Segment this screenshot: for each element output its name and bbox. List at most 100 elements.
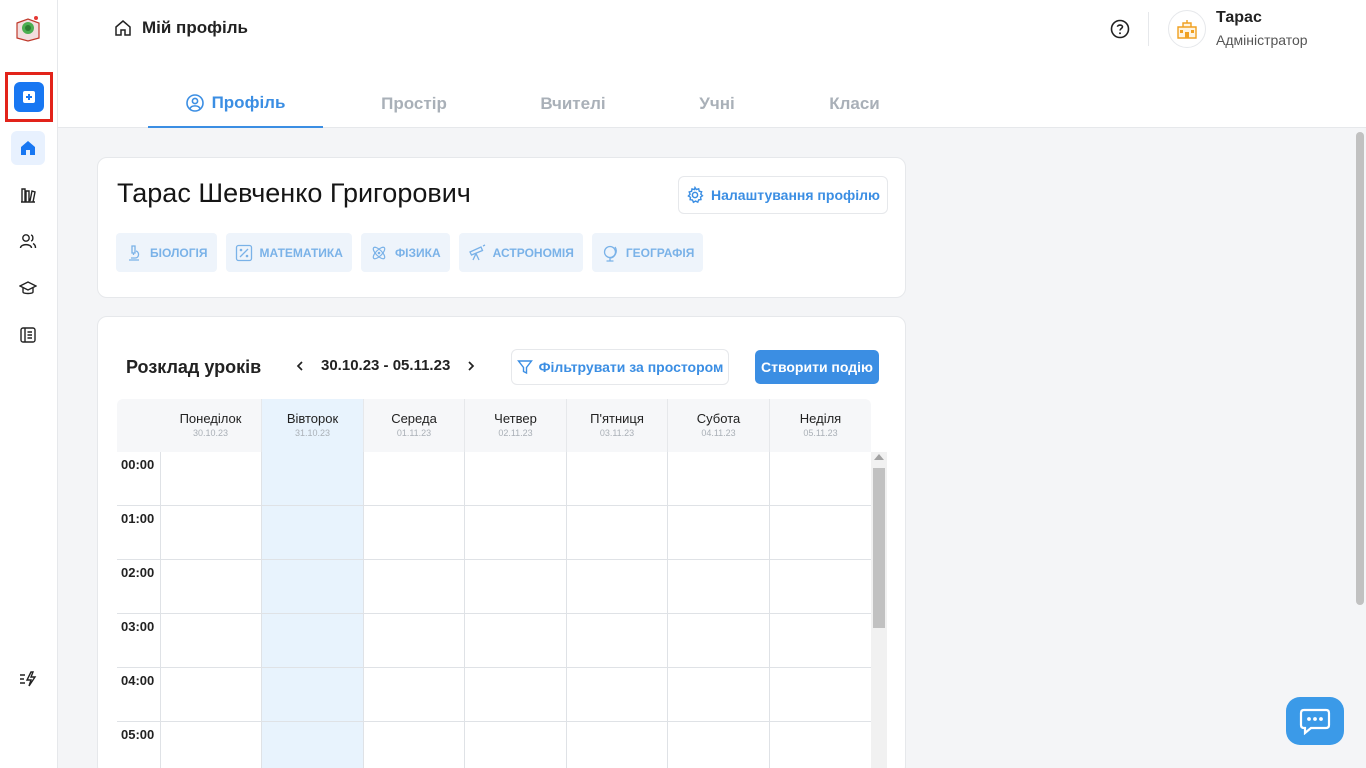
day-header[interactable]: Вівторок 31.10.23	[261, 399, 363, 452]
day-date: 03.11.23	[599, 428, 635, 438]
breadcrumb: Мій профіль	[114, 18, 248, 38]
day-header[interactable]: Субота 04.11.23	[667, 399, 769, 452]
tab-students-label: Учні	[699, 94, 735, 113]
day-date: 01.11.23	[396, 428, 432, 438]
chat-icon	[1299, 708, 1331, 735]
day-name: П'ятниця	[590, 411, 644, 426]
profile-settings-button[interactable]: Налаштування профілю	[678, 176, 888, 214]
day-date: 31.10.23	[294, 428, 331, 438]
schedule-card: Розклад уроків 30.10.23 - 05.11.23 Фільт…	[97, 316, 906, 768]
users-icon	[19, 234, 37, 249]
tab-profile[interactable]: Профіль	[148, 80, 323, 128]
create-event-button[interactable]: Створити подію	[755, 350, 879, 384]
hour-label: 00:00	[121, 457, 155, 472]
hour-line	[117, 559, 871, 560]
week-range: 30.10.23 - 05.11.23	[321, 357, 451, 374]
hour-label: 05:00	[121, 727, 155, 742]
hour-label: 01:00	[121, 511, 155, 526]
subject-label: АСТРОНОМІЯ	[492, 245, 574, 260]
day-date: 02.11.23	[498, 428, 533, 438]
help-button[interactable]	[1110, 19, 1130, 39]
subject-label: БІОЛОГІЯ	[150, 245, 208, 260]
day-header[interactable]: Неділя 05.11.23	[769, 399, 871, 452]
sidebar-item-users[interactable]	[11, 224, 45, 258]
gear-icon	[687, 186, 704, 204]
profile-settings-label: Налаштування профілю	[711, 187, 880, 203]
quick-actions-icon	[20, 671, 37, 687]
app-logo[interactable]	[14, 14, 42, 42]
journal-icon	[20, 327, 36, 343]
subject-tag-geography: ГЕОГРАФІЯ	[591, 233, 704, 272]
atom-icon	[372, 246, 386, 259]
sidebar-item-quick-actions[interactable]	[11, 662, 45, 696]
add-button-highlight	[5, 72, 53, 122]
profile-full-name: Тарас Шевченко Григорович	[117, 178, 471, 208]
sidebar-item-education[interactable]	[11, 271, 45, 305]
day-header[interactable]: П'ятниця 03.11.23	[566, 399, 667, 452]
tab-classes-label: Класи	[829, 94, 880, 113]
sidebar	[0, 0, 58, 768]
header-divider	[1148, 12, 1149, 46]
day-header[interactable]: Середа 01.11.23	[363, 399, 464, 452]
schedule-scrollbar[interactable]	[871, 452, 887, 768]
graduation-cap-icon	[19, 281, 37, 295]
page-title: Мій профіль	[142, 18, 248, 37]
scroll-up-arrow[interactable]	[874, 454, 884, 460]
day-header[interactable]: Четвер 02.11.23	[464, 399, 566, 452]
schedule-title: Розклад уроків	[126, 357, 262, 377]
hour-line	[117, 721, 871, 722]
subject-tag-physics: ФІЗИКА	[360, 233, 450, 272]
globe-icon	[603, 245, 617, 262]
profile-card: Тарас Шевченко Григорович Налаштування п…	[97, 157, 906, 298]
filter-by-space-label: Фільтрувати за простором	[538, 359, 724, 375]
day-name: Четвер	[494, 411, 537, 426]
filter-icon	[516, 360, 533, 375]
home-icon[interactable]	[114, 19, 132, 37]
day-header[interactable]: Понеділок 30.10.23	[160, 399, 261, 452]
percent-icon	[235, 244, 252, 261]
chevron-right-icon[interactable]	[464, 359, 478, 373]
tab-space[interactable]: Простір	[323, 80, 505, 128]
tab-profile-label: Профіль	[211, 93, 286, 112]
hour-label: 03:00	[121, 619, 155, 634]
chat-button[interactable]	[1286, 697, 1344, 745]
user-role: Адміністратор	[1216, 32, 1308, 48]
user-circle-icon	[185, 94, 204, 112]
sidebar-item-journal[interactable]	[11, 318, 45, 352]
hour-line	[117, 613, 871, 614]
profile-tabs: Профіль Простір Вчителі Учні Класи	[148, 80, 916, 128]
chevron-left-icon[interactable]	[293, 359, 307, 373]
user-name: Тарас	[1216, 9, 1262, 26]
hour-line	[117, 667, 871, 668]
home-icon	[21, 141, 35, 155]
page-scroll-thumb[interactable]	[1356, 132, 1364, 605]
day-name: Субота	[696, 411, 741, 426]
day-date: 05.11.23	[803, 428, 838, 438]
avatar[interactable]	[1168, 10, 1206, 48]
subject-tag-biology: БІОЛОГІЯ	[116, 233, 217, 272]
tab-classes[interactable]: Класи	[793, 80, 916, 128]
hour-label: 02:00	[121, 565, 155, 580]
tab-teachers[interactable]: Вчителі	[505, 80, 641, 128]
day-name: Середа	[391, 411, 437, 426]
subject-label: ФІЗИКА	[394, 245, 441, 260]
day-date: 30.10.23	[192, 428, 229, 438]
sidebar-item-library[interactable]	[11, 178, 45, 212]
hour-line	[117, 505, 871, 506]
day-name: Неділя	[799, 411, 842, 426]
subject-tag-astronomy: АСТРОНОМІЯ	[458, 233, 583, 272]
microscope-icon	[129, 244, 140, 261]
tab-teachers-label: Вчителі	[540, 94, 606, 113]
page-scrollbar[interactable]	[1354, 130, 1366, 768]
add-button[interactable]	[14, 82, 44, 112]
library-icon	[21, 188, 36, 203]
sidebar-item-home[interactable]	[11, 131, 45, 165]
tab-students[interactable]: Учні	[641, 80, 793, 128]
scroll-thumb[interactable]	[873, 468, 885, 628]
header: Мій профіль Тарас Адміністратор Профіль	[58, 0, 1366, 128]
subject-label: ГЕОГРАФІЯ	[625, 245, 695, 260]
filter-by-space-button[interactable]: Фільтрувати за простором	[511, 349, 729, 385]
schedule-days-header: Понеділок 30.10.23 Вівторок 31.10.23 Сер…	[117, 399, 871, 452]
subject-label: МАТЕМАТИКА	[259, 245, 343, 260]
schedule-grid[interactable]: 00:00 01:00 02:00 03:00 04:00 05:00	[117, 452, 871, 768]
